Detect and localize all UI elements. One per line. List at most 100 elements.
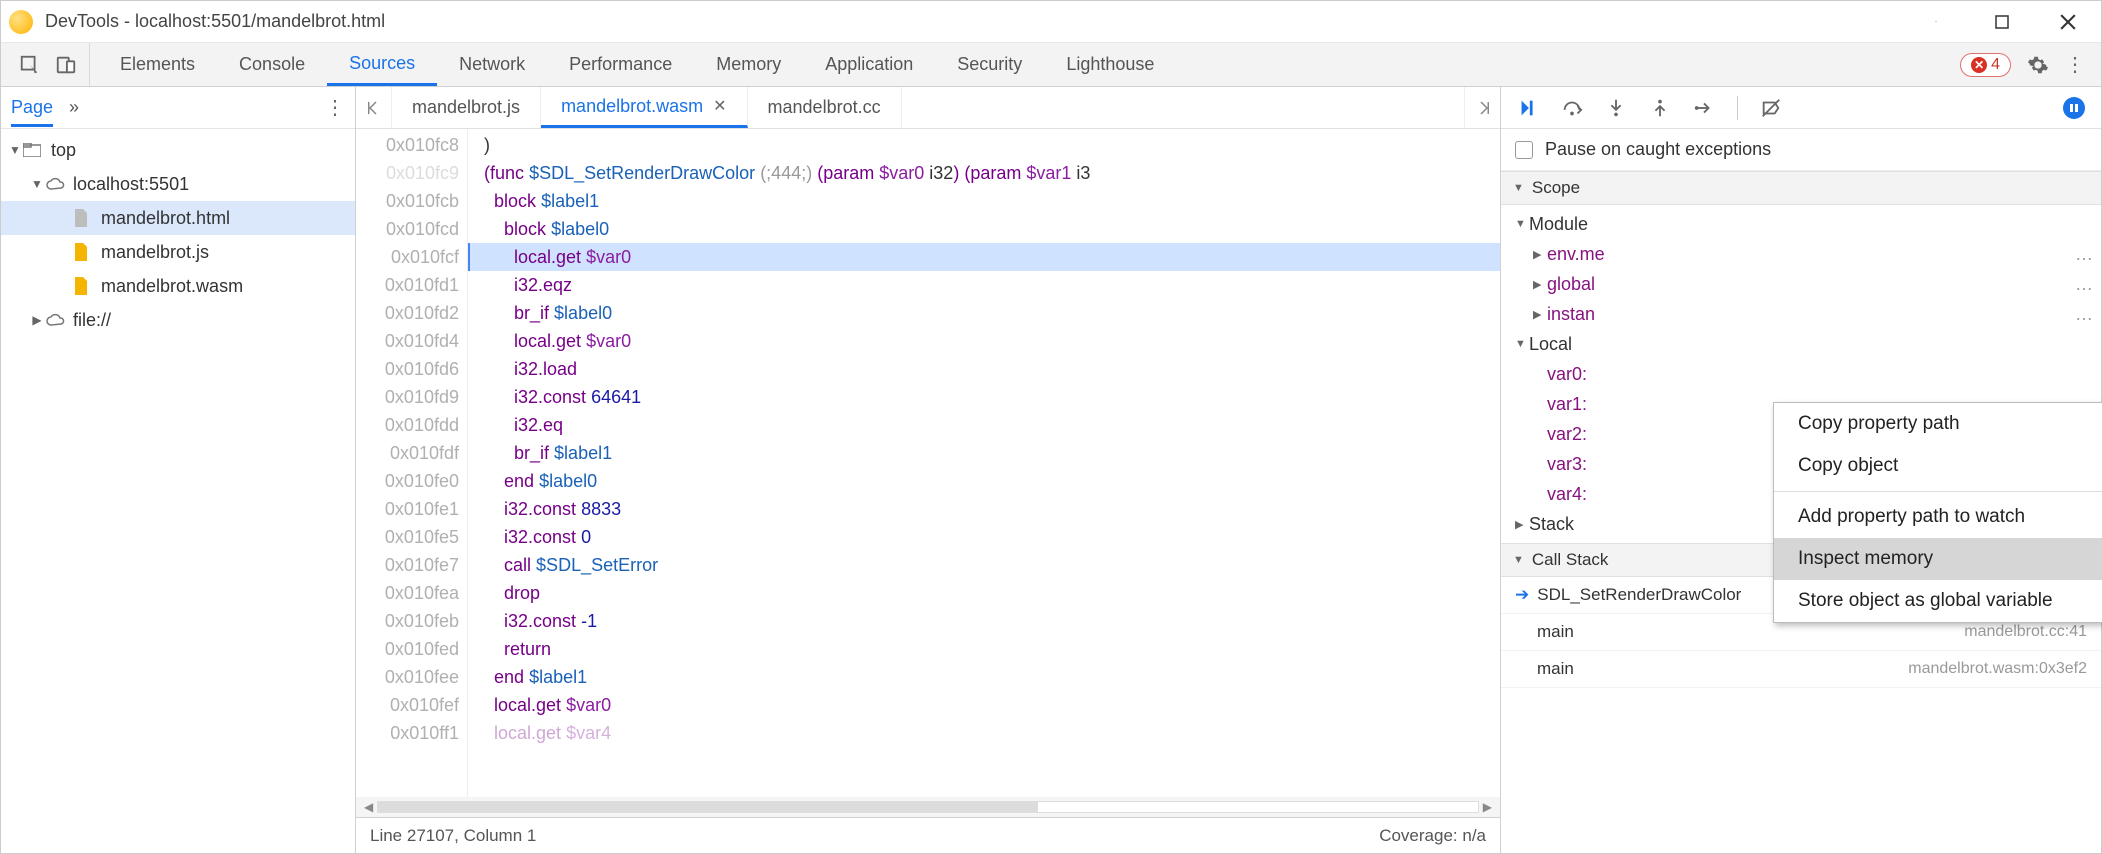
tab-application[interactable]: Application (803, 43, 935, 86)
gutter-addr[interactable]: 0x010fed (356, 635, 467, 663)
tab-security[interactable]: Security (935, 43, 1044, 86)
code-line[interactable]: i32.load (468, 355, 1500, 383)
tab-lighthouse[interactable]: Lighthouse (1044, 43, 1176, 86)
tab-sources[interactable]: Sources (327, 43, 437, 86)
tab-console[interactable]: Console (217, 43, 327, 86)
step-over-icon[interactable] (1561, 97, 1583, 119)
nav-prev-icon[interactable] (356, 87, 392, 128)
scope-local-item[interactable]: ▶var0: (1501, 359, 2101, 389)
gutter-addr[interactable]: 0x010fe1 (356, 495, 467, 523)
gutter-addr[interactable]: 0x010fea (356, 579, 467, 607)
gutter-addr[interactable]: 0x010fd1 (356, 271, 467, 299)
file-tab-mandelbrot-js[interactable]: mandelbrot.js (392, 87, 541, 128)
tab-memory[interactable]: Memory (694, 43, 803, 86)
gutter-addr[interactable]: 0x010fcd (356, 215, 467, 243)
code-line[interactable]: (func $SDL_SetRenderDrawColor (;444;) (p… (468, 159, 1500, 187)
code-line[interactable]: i32.eqz (468, 271, 1500, 299)
minimize-button[interactable] (1927, 13, 1945, 31)
ctx-item-inspect-memory[interactable]: Inspect memory (1774, 538, 2102, 580)
code-body[interactable]: ) (func $SDL_SetRenderDrawColor (;444;) … (468, 129, 1500, 797)
sidebar-tab-page[interactable]: Page (11, 97, 53, 127)
code-line[interactable]: br_if $label0 (468, 299, 1500, 327)
gutter-addr[interactable]: 0x010fe5 (356, 523, 467, 551)
pause-on-caught-checkbox[interactable] (1515, 141, 1533, 159)
scope-local[interactable]: ▼Local (1501, 329, 2101, 359)
gutter-addr[interactable]: 0x010fd9 (356, 383, 467, 411)
device-icon[interactable] (55, 54, 77, 76)
code-line[interactable]: i32.const 64641 (468, 383, 1500, 411)
file-tab-mandelbrot-wasm[interactable]: mandelbrot.wasm✕ (541, 87, 747, 128)
close-tab-icon[interactable]: ✕ (713, 96, 726, 116)
more-icon[interactable]: ⋮ (2065, 52, 2085, 77)
ctx-item-copy-property-path[interactable]: Copy property path (1774, 403, 2102, 445)
tree-folder-localhost-5501[interactable]: ▼localhost:5501 (1, 167, 355, 201)
code-line[interactable]: local.get $var0 (468, 691, 1500, 719)
settings-icon[interactable] (2027, 54, 2049, 76)
code-line[interactable]: return (468, 635, 1500, 663)
code-line[interactable]: call $SDL_SetError (468, 551, 1500, 579)
gutter-addr[interactable]: 0x010fef (356, 691, 467, 719)
code-line[interactable]: local.get $var4 (468, 719, 1500, 747)
tab-network[interactable]: Network (437, 43, 547, 86)
ctx-item-copy-object[interactable]: Copy object (1774, 445, 2102, 487)
errors-badge[interactable]: ✕4 (1960, 53, 2011, 77)
maximize-button[interactable] (1993, 13, 2011, 31)
gutter-addr[interactable]: 0x010fdd (356, 411, 467, 439)
gutter-addr[interactable]: 0x010feb (356, 607, 467, 635)
pause-indicator-icon[interactable] (2063, 97, 2085, 119)
code-line[interactable]: end $label1 (468, 663, 1500, 691)
scope-module[interactable]: ▼Module (1501, 209, 2101, 239)
gutter-addr[interactable]: 0x010fd2 (356, 299, 467, 327)
code-line[interactable]: local.get $var0 (468, 243, 1500, 271)
inspect-icon[interactable] (19, 54, 41, 76)
code-line[interactable]: i32.const 8833 (468, 495, 1500, 523)
code-line[interactable]: ) (468, 131, 1500, 159)
code-line[interactable]: i32.const 0 (468, 523, 1500, 551)
tree-file-mandelbrot-wasm[interactable]: mandelbrot.wasm (1, 269, 355, 303)
code-line[interactable]: end $label0 (468, 467, 1500, 495)
gutter-addr[interactable]: 0x010fe0 (356, 467, 467, 495)
gutter-addr[interactable]: 0x010fc8 (356, 131, 467, 159)
gutter-addr[interactable]: 0x010fdf (356, 439, 467, 467)
scope-module-item[interactable]: ▶env.me… (1501, 239, 2101, 269)
callstack-frame[interactable]: mainmandelbrot.wasm:0x3ef2 (1501, 651, 2101, 688)
sidebar-menu-icon[interactable]: ⋮ (325, 95, 345, 120)
tree-folder-top[interactable]: ▼top (1, 133, 355, 167)
horizontal-scrollbar[interactable]: ◀ ▶ (356, 797, 1500, 817)
deactivate-breakpoints-icon[interactable] (1760, 97, 1782, 119)
code-line[interactable]: br_if $label1 (468, 439, 1500, 467)
gutter-addr[interactable]: 0x010fcf (356, 243, 467, 271)
gutter-addr[interactable]: 0x010ff1 (356, 719, 467, 747)
tree-folder-file---[interactable]: ▶file:// (1, 303, 355, 337)
close-button[interactable] (2059, 13, 2077, 31)
code-line[interactable]: i32.const -1 (468, 607, 1500, 635)
file-tab-mandelbrot-cc[interactable]: mandelbrot.cc (748, 87, 902, 128)
step-icon[interactable] (1693, 97, 1715, 119)
tree-file-mandelbrot-html[interactable]: mandelbrot.html (1, 201, 355, 235)
gutter-addr[interactable]: 0x010fe7 (356, 551, 467, 579)
tab-performance[interactable]: Performance (547, 43, 694, 86)
ctx-item-store-object-as-global-variable[interactable]: Store object as global variable (1774, 580, 2102, 622)
nav-next-icon[interactable] (1464, 87, 1500, 128)
tree-file-mandelbrot-js[interactable]: mandelbrot.js (1, 235, 355, 269)
code-line[interactable]: block $label1 (468, 187, 1500, 215)
gutter-addr[interactable]: 0x010fee (356, 663, 467, 691)
code-line[interactable]: i32.eq (468, 411, 1500, 439)
code-line[interactable]: drop (468, 579, 1500, 607)
code-line[interactable]: local.get $var0 (468, 327, 1500, 355)
code-line[interactable]: block $label0 (468, 215, 1500, 243)
sidebar-more-tabs[interactable]: » (69, 97, 79, 118)
scope-section-head[interactable]: ▼Scope (1501, 171, 2101, 205)
pause-on-exceptions-row[interactable]: Pause on caught exceptions (1501, 129, 2101, 171)
gutter-addr[interactable]: 0x010fc9 (356, 159, 467, 187)
scope-module-item[interactable]: ▶global… (1501, 269, 2101, 299)
gutter-addr[interactable]: 0x010fd6 (356, 355, 467, 383)
gutter-addr[interactable]: 0x010fd4 (356, 327, 467, 355)
step-into-icon[interactable] (1605, 97, 1627, 119)
scope-module-item[interactable]: ▶instan… (1501, 299, 2101, 329)
tab-elements[interactable]: Elements (98, 43, 217, 86)
resume-icon[interactable] (1517, 97, 1539, 119)
step-out-icon[interactable] (1649, 97, 1671, 119)
gutter-addr[interactable]: 0x010fcb (356, 187, 467, 215)
ctx-item-add-property-path-to-watch[interactable]: Add property path to watch (1774, 496, 2102, 538)
